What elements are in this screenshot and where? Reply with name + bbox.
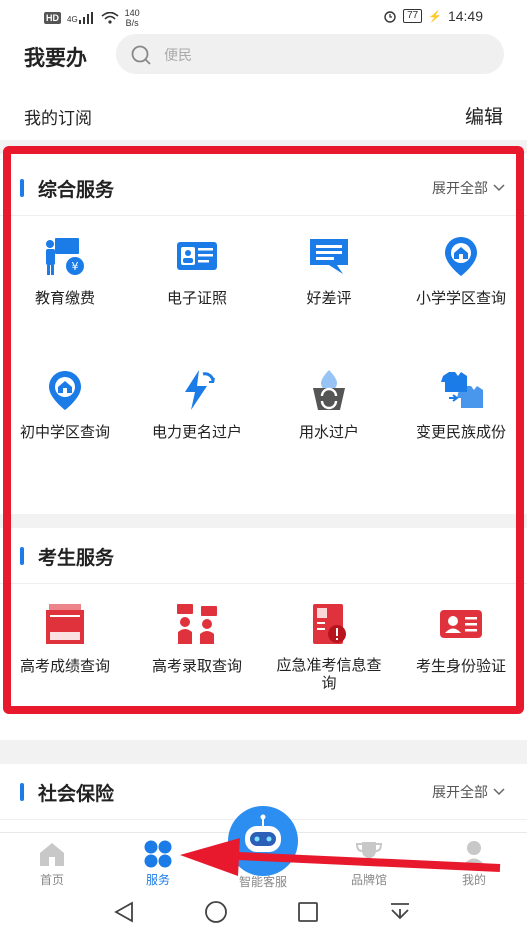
recents-icon[interactable] [296,900,320,924]
back-icon[interactable] [112,900,136,924]
home-nav-icon[interactable] [203,900,229,924]
system-nav-bar [0,890,527,936]
pointer-arrow-annotation [180,838,501,876]
notification-pulldown-icon[interactable] [388,900,412,924]
